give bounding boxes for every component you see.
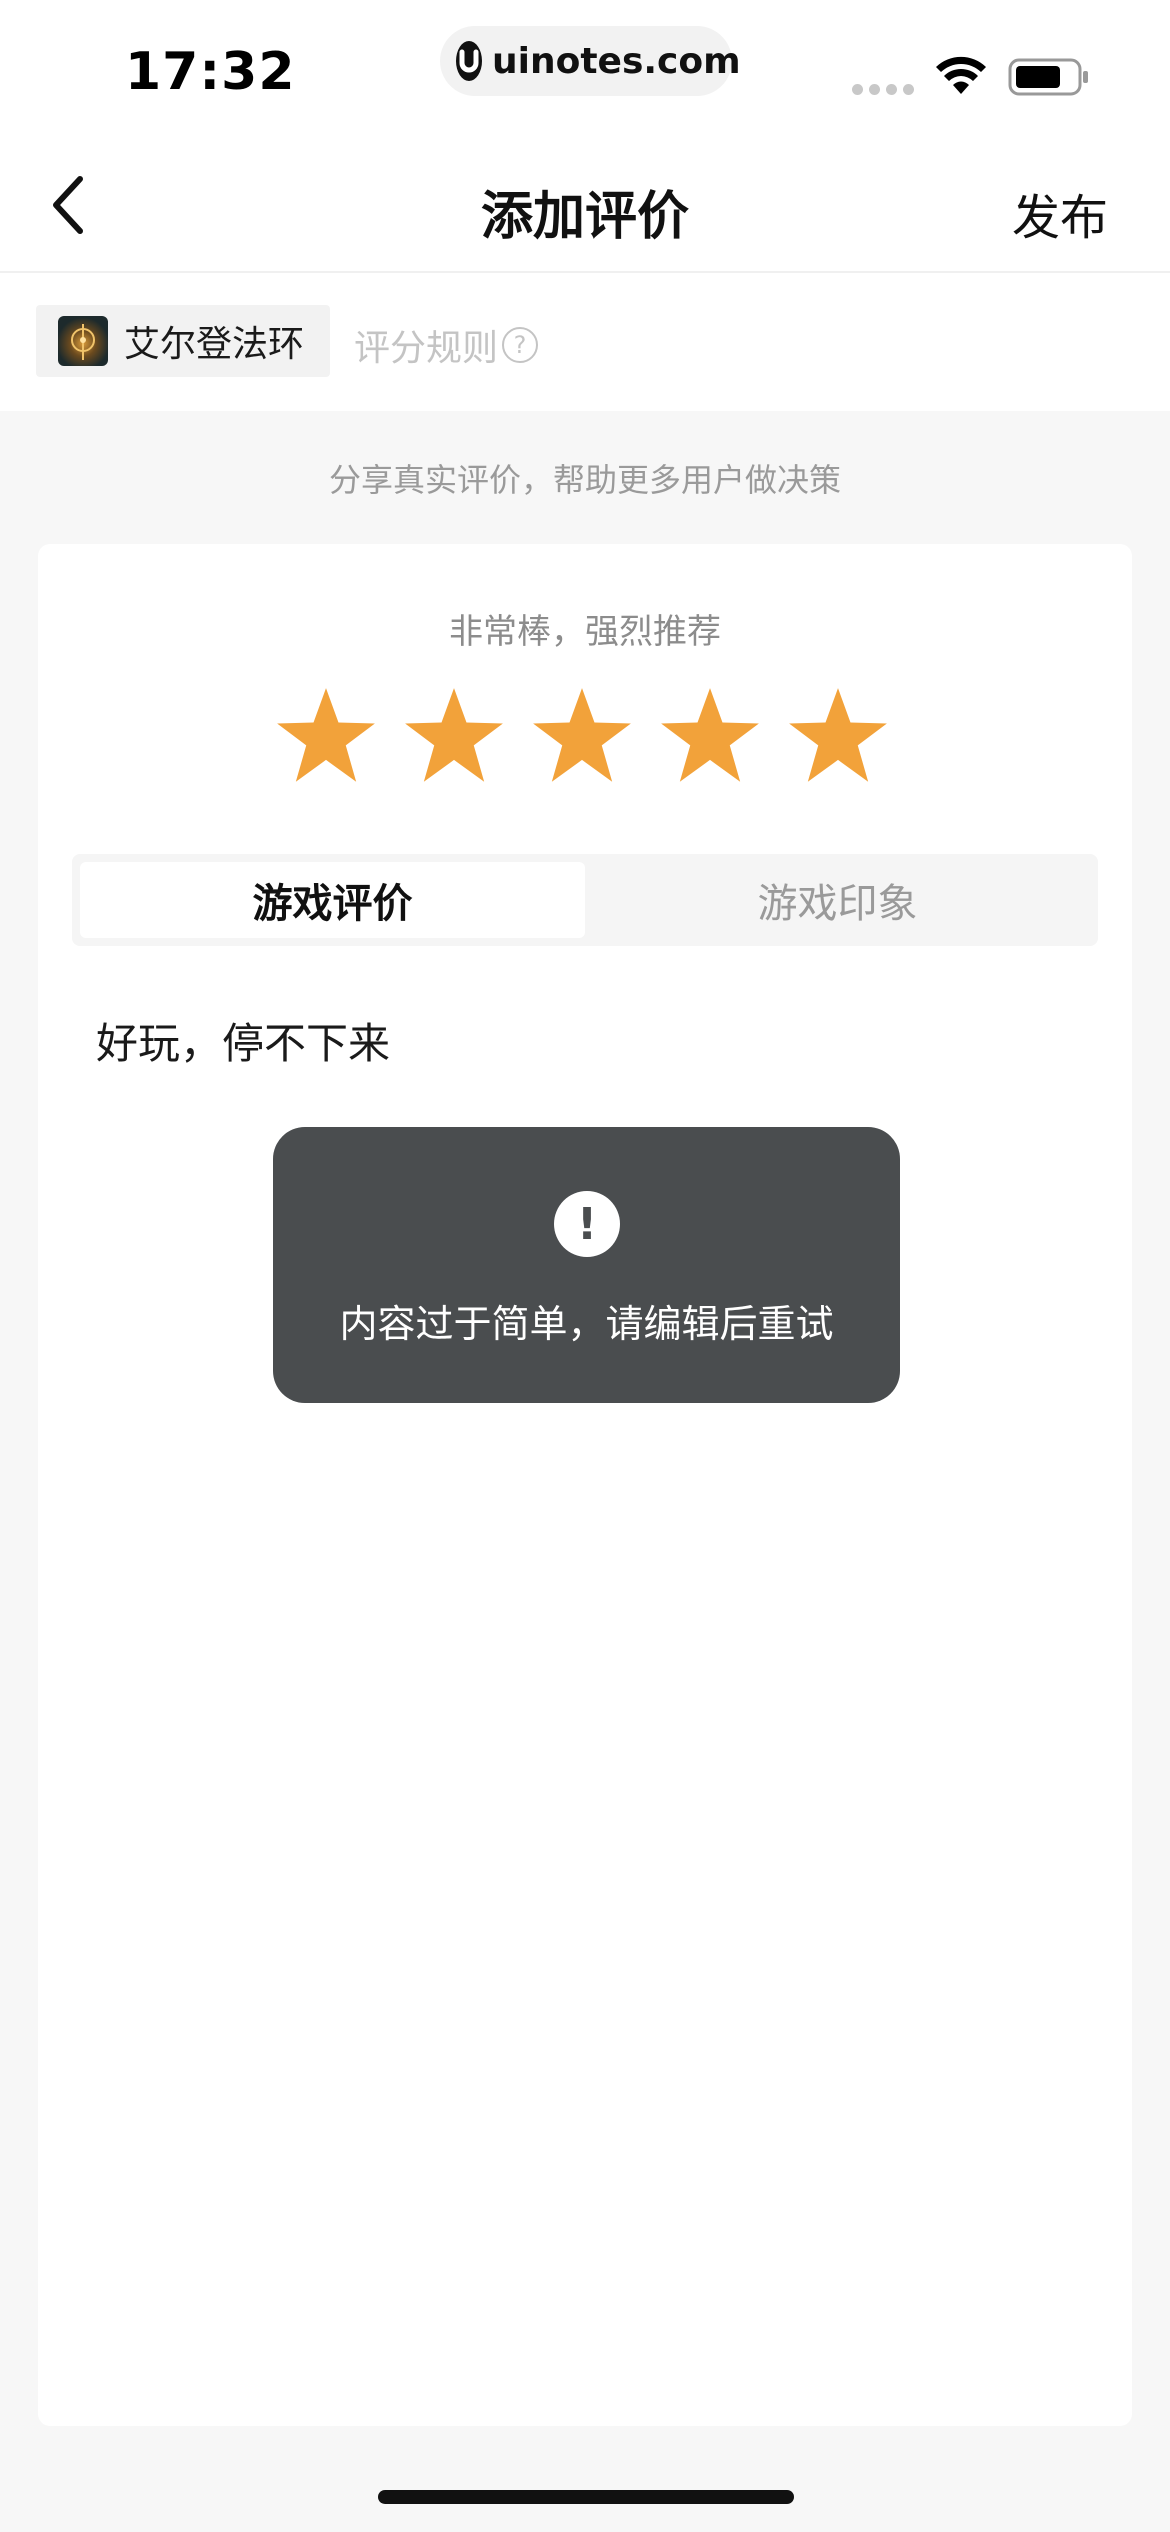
- share-tip: 分享真实评价，帮助更多用户做决策: [328, 461, 841, 499]
- publish-button[interactable]: 发布: [1012, 178, 1108, 248]
- status-time: 17:32: [125, 42, 296, 102]
- star-icon[interactable]: [402, 684, 506, 788]
- review-tabs: 游戏评价 游戏印象: [72, 854, 1098, 946]
- star-icon[interactable]: [274, 684, 378, 788]
- review-text-input[interactable]: 好玩，停不下来: [96, 1010, 390, 1071]
- url-pill[interactable]: uinotes.com: [440, 26, 741, 96]
- url-text: uinotes.com: [492, 40, 741, 82]
- rating-rules-link[interactable]: 评分规则 ?: [354, 319, 539, 371]
- status-bar: 17:32 uinotes.com: [0, 0, 1170, 140]
- help-icon: ?: [502, 327, 539, 363]
- add-review-page: 17:32 uinotes.com 添加评价 发布 艾尔登法环 评分规则 ? 分…: [0, 0, 1170, 2532]
- star-icon[interactable]: [530, 684, 634, 788]
- home-indicator[interactable]: [378, 2490, 794, 2504]
- game-name: 艾尔登法环: [124, 324, 305, 365]
- review-card: 非常棒，强烈推荐 游戏评价 游戏印象 好玩，停不下来: [38, 544, 1132, 2426]
- star-icon[interactable]: [658, 684, 762, 788]
- game-info-row: 艾尔登法环 评分规则 ?: [0, 273, 1170, 411]
- nav-bar: 添加评价 发布: [0, 140, 1170, 273]
- uinotes-logo-icon: [456, 41, 482, 81]
- tab-game-impression[interactable]: 游戏印象: [585, 862, 1090, 938]
- page-title: 添加评价: [480, 187, 689, 247]
- rating-rules-label: 评分规则: [354, 328, 499, 369]
- wifi-icon: [936, 56, 986, 94]
- battery-icon: [1008, 58, 1088, 96]
- game-cover-icon: [58, 316, 108, 366]
- rating-description: 非常棒，强烈推荐: [449, 612, 721, 652]
- toast-message: 内容过于简单，请编辑后重试: [339, 1302, 834, 1346]
- game-chip[interactable]: 艾尔登法环: [36, 305, 330, 377]
- exclamation-icon: !: [554, 1191, 620, 1257]
- star-icon[interactable]: [786, 684, 890, 788]
- cellular-signal-icon: [852, 84, 914, 95]
- star-rating[interactable]: [274, 684, 890, 788]
- tab-game-review[interactable]: 游戏评价: [80, 862, 585, 938]
- error-toast: ! 内容过于简单，请编辑后重试: [273, 1127, 900, 1403]
